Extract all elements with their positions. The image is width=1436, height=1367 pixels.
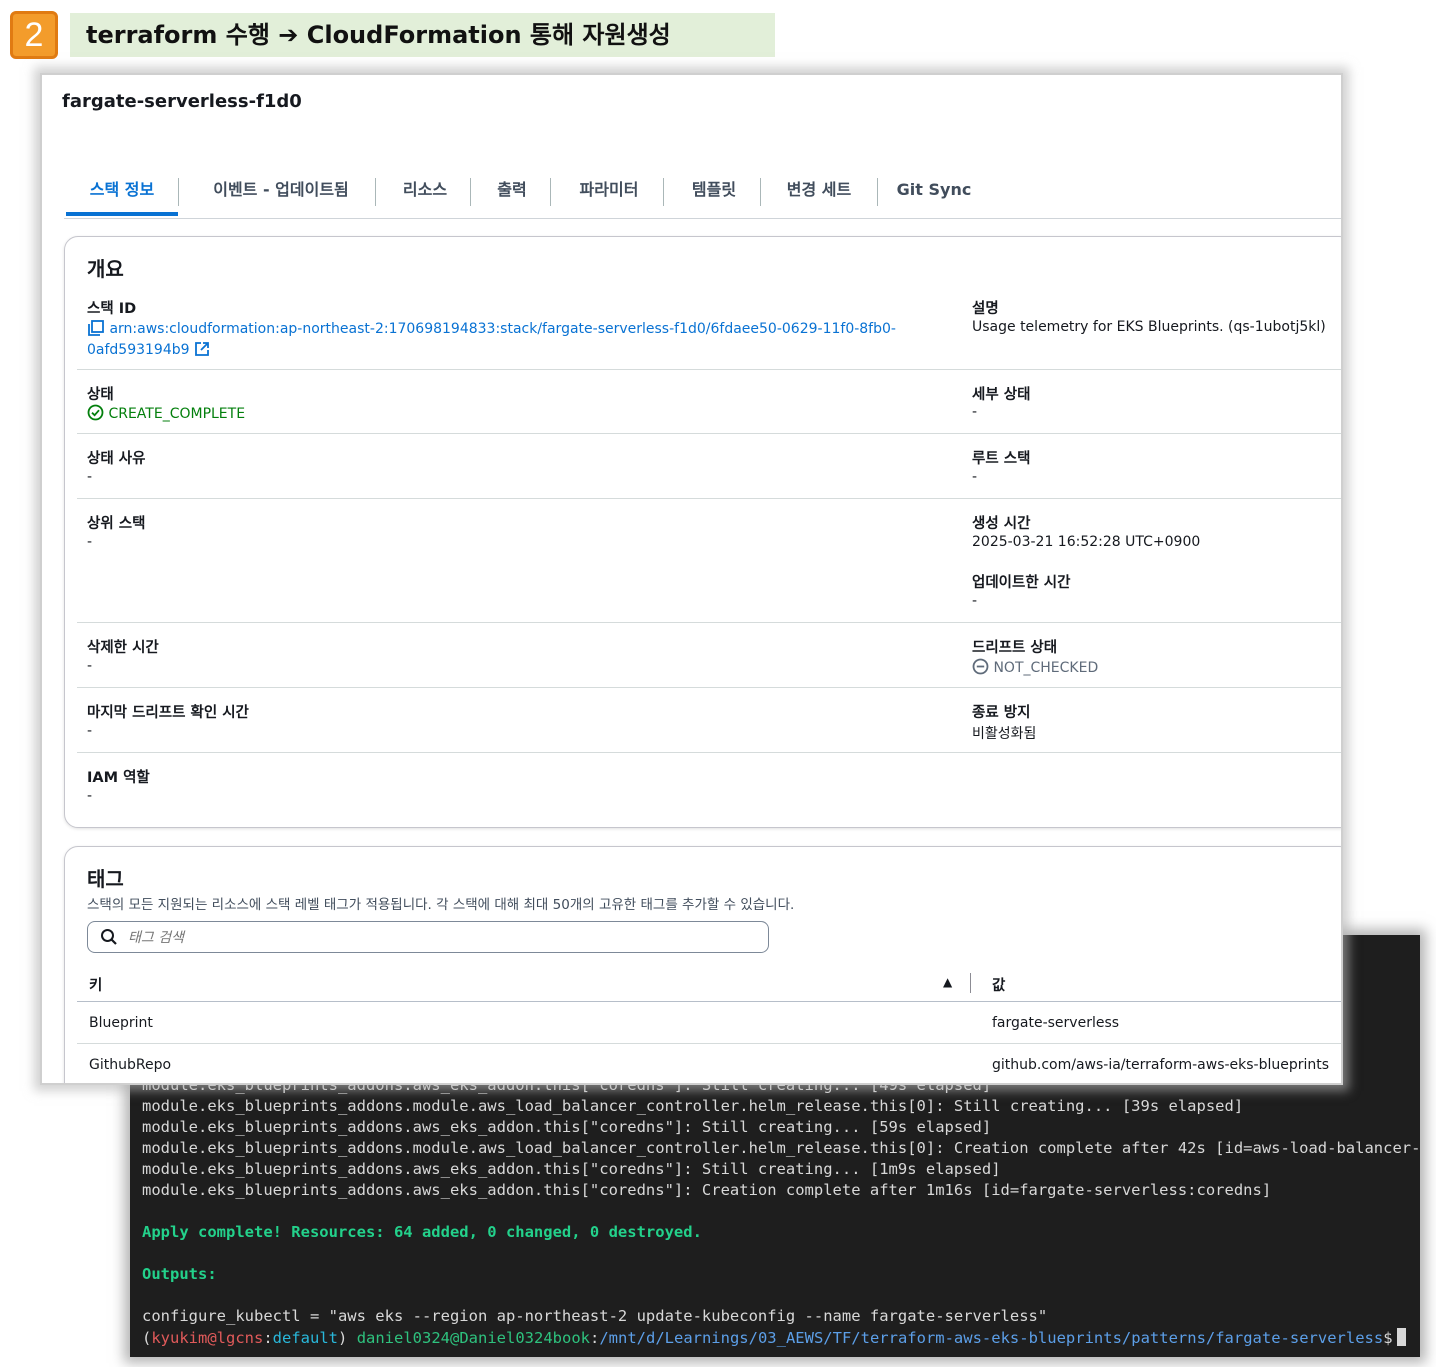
shell-prompt[interactable]: (kyukim@lgcns:default) daniel0324@Daniel… [142, 1328, 1406, 1347]
search-icon [100, 928, 118, 950]
prompt-user-host: kyukim@lgcns [151, 1329, 264, 1347]
last-drift-check-label: 마지막 드리프트 확인 시간 [87, 705, 249, 721]
deleted-time-value: - [87, 658, 93, 674]
termination-protection-label: 종료 방지 [972, 705, 1031, 721]
detailed-status-value: - [972, 404, 978, 420]
status-text: CREATE_COMPLETE [108, 406, 246, 422]
tab-separator [178, 178, 179, 206]
tab-stack-info[interactable]: 스택 정보 [66, 170, 178, 216]
tag-key-cell: Blueprint [89, 1015, 153, 1031]
stack-tabs: 스택 정보 이벤트 - 업데이트됨 리소스 출력 파라미터 템플릿 변경 세트 … [64, 170, 1341, 219]
overview-divider [77, 498, 1341, 499]
tab-separator [550, 178, 551, 206]
tag-value-cell: github.com/aws-ia/terraform-aws-eks-blue… [992, 1057, 1330, 1073]
external-link-icon[interactable] [194, 342, 210, 358]
updated-time-value: - [972, 593, 978, 609]
tag-key-column-header[interactable]: 키 [89, 974, 102, 995]
tab-separator [375, 178, 376, 206]
status-label: 상태 [87, 387, 114, 403]
tab-separator [470, 178, 471, 206]
parent-stack-value: - [87, 534, 93, 550]
root-stack-label: 루트 스택 [972, 451, 1031, 467]
terminal-line: module.eks_blueprints_addons.module.aws_… [142, 1139, 1420, 1157]
tab-separator [877, 178, 878, 206]
description-value: Usage telemetry for EKS Blueprints. (qs-… [972, 319, 1326, 335]
apply-complete-message: Apply complete! Resources: 64 added, 0 c… [142, 1223, 702, 1241]
stack-id-text-line1: arn:aws:cloudformation:ap-northeast-2:17… [109, 321, 896, 337]
prompt-paren: ( [142, 1329, 152, 1347]
overview-panel: 개요 스택 ID arn:aws:cloudformation:ap-north… [64, 236, 1341, 828]
tag-key-cell: GithubRepo [89, 1057, 172, 1073]
tab-git-sync[interactable]: Git Sync [886, 170, 982, 216]
stack-id-value[interactable]: arn:aws:cloudformation:ap-northeast-2:17… [87, 319, 907, 361]
overview-divider [77, 687, 1341, 688]
prompt-colon: : [263, 1329, 273, 1347]
stack-id-text-line2: 0afd593194b9 [87, 342, 190, 358]
tab-resources[interactable]: 리소스 [382, 170, 468, 216]
tags-row-divider [77, 1043, 1341, 1044]
terminal-line: module.eks_blueprints_addons.aws_eks_add… [142, 1118, 992, 1136]
created-time-label: 생성 시간 [972, 516, 1031, 532]
terminal-cursor [1396, 1328, 1406, 1346]
parent-stack-label: 상위 스택 [87, 516, 146, 532]
overview-divider [77, 433, 1341, 434]
tab-parameters[interactable]: 파라미터 [556, 170, 662, 216]
step-title: terraform 수행 ➔ CloudFormation 통해 자원생성 [70, 13, 775, 57]
prompt-symbol: $ [1383, 1329, 1393, 1347]
tab-events[interactable]: 이벤트 - 업데이트됨 [188, 170, 374, 216]
terminal-line: module.eks_blueprints_addons.aws_eks_add… [142, 1160, 1001, 1178]
tab-template[interactable]: 템플릿 [669, 170, 759, 216]
detailed-status-label: 세부 상태 [972, 387, 1031, 403]
description-label: 설명 [972, 301, 999, 317]
prompt-login: daniel0324@Daniel0324book [356, 1329, 590, 1347]
tag-value-cell: fargate-serverless [992, 1015, 1120, 1031]
copy-icon[interactable] [87, 320, 105, 337]
status-reason-label: 상태 사유 [87, 451, 146, 467]
deleted-time-label: 삭제한 시간 [87, 640, 159, 656]
overview-divider [77, 369, 1341, 370]
stack-id-label: 스택 ID [87, 301, 137, 317]
iam-role-label: IAM 역할 [87, 770, 150, 786]
iam-role-value: - [87, 788, 93, 804]
overview-title: 개요 [87, 257, 124, 281]
tags-description: 스택의 모든 지원되는 리소스에 스택 레벨 태그가 적용됩니다. 각 스택에 … [87, 897, 795, 913]
outputs-label: Outputs: [142, 1265, 217, 1283]
terminal-line: module.eks_blueprints_addons.aws_eks_add… [142, 1181, 1272, 1199]
root-stack-value: - [972, 469, 978, 485]
last-drift-check-value: - [87, 723, 93, 739]
step-number-badge: 2 [10, 11, 58, 59]
sort-ascending-icon[interactable]: ▲ [943, 975, 952, 989]
tab-outputs[interactable]: 출력 [476, 170, 548, 216]
prompt-colon: : [589, 1329, 600, 1347]
stack-name-title: fargate-serverless-f1d0 [62, 91, 302, 112]
column-separator [970, 973, 971, 993]
termination-protection-value: 비활성화됨 [972, 726, 1037, 742]
prompt-paren: ) [338, 1329, 348, 1347]
overview-divider [77, 752, 1341, 753]
tab-separator [663, 178, 664, 206]
drift-status-label: 드리프트 상태 [972, 640, 1058, 656]
prompt-path: /mnt/d/Learnings/03_AEWS/TF/terraform-aw… [599, 1329, 1384, 1347]
updated-time-label: 업데이트한 시간 [972, 575, 1071, 591]
tab-separator [760, 178, 761, 206]
not-checked-icon [972, 658, 989, 676]
overview-divider [77, 622, 1341, 623]
tags-panel: 태그 스택의 모든 지원되는 리소스에 스택 레벨 태그가 적용됩니다. 각 스… [64, 846, 1341, 1083]
tag-value-column-header[interactable]: 값 [992, 974, 1005, 995]
prompt-context: default [272, 1329, 338, 1347]
tag-search-box[interactable] [87, 921, 769, 953]
tags-title: 태그 [87, 867, 124, 891]
tag-search-input[interactable] [126, 926, 730, 950]
cloudformation-console-window: fargate-serverless-f1d0 스택 정보 이벤트 - 업데이트… [40, 73, 1343, 1085]
success-check-icon [87, 404, 104, 422]
terminal-line: module.eks_blueprints_addons.module.aws_… [142, 1097, 1244, 1115]
created-time-value: 2025-03-21 16:52:28 UTC+0900 [972, 534, 1201, 550]
drift-status-text: NOT_CHECKED [993, 660, 1099, 676]
tab-change-sets[interactable]: 변경 세트 [766, 170, 872, 216]
drift-status-value: NOT_CHECKED [972, 658, 1098, 676]
status-value: CREATE_COMPLETE [87, 404, 245, 422]
output-configure-kubectl: configure_kubectl = "aws eks --region ap… [142, 1307, 1048, 1325]
status-reason-value: - [87, 469, 93, 485]
tags-header-divider [77, 1001, 1341, 1002]
